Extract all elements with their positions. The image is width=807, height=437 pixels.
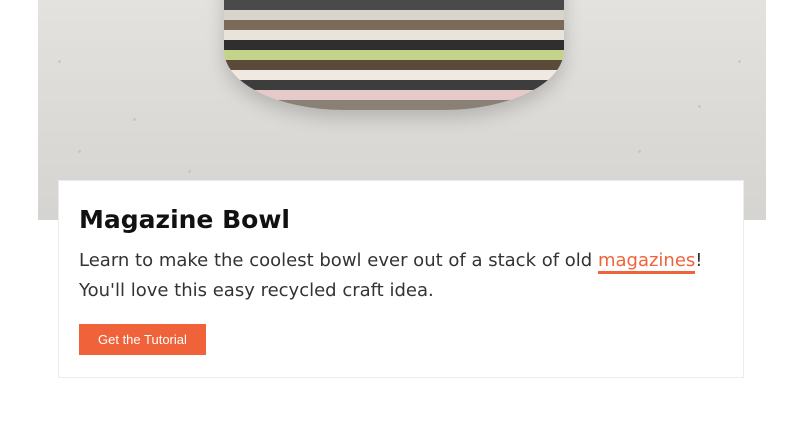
magazine-bowl-photo <box>224 0 564 110</box>
description-text: Learn to make the coolest bowl ever out … <box>79 250 598 271</box>
tutorial-card: Magazine Bowl Learn to make the coolest … <box>58 180 744 378</box>
magazines-link[interactable]: magazines <box>597 250 696 274</box>
card-title: Magazine Bowl <box>79 205 290 234</box>
get-tutorial-button[interactable]: Get the Tutorial <box>79 324 206 355</box>
card-description: Learn to make the coolest bowl ever out … <box>79 246 723 306</box>
